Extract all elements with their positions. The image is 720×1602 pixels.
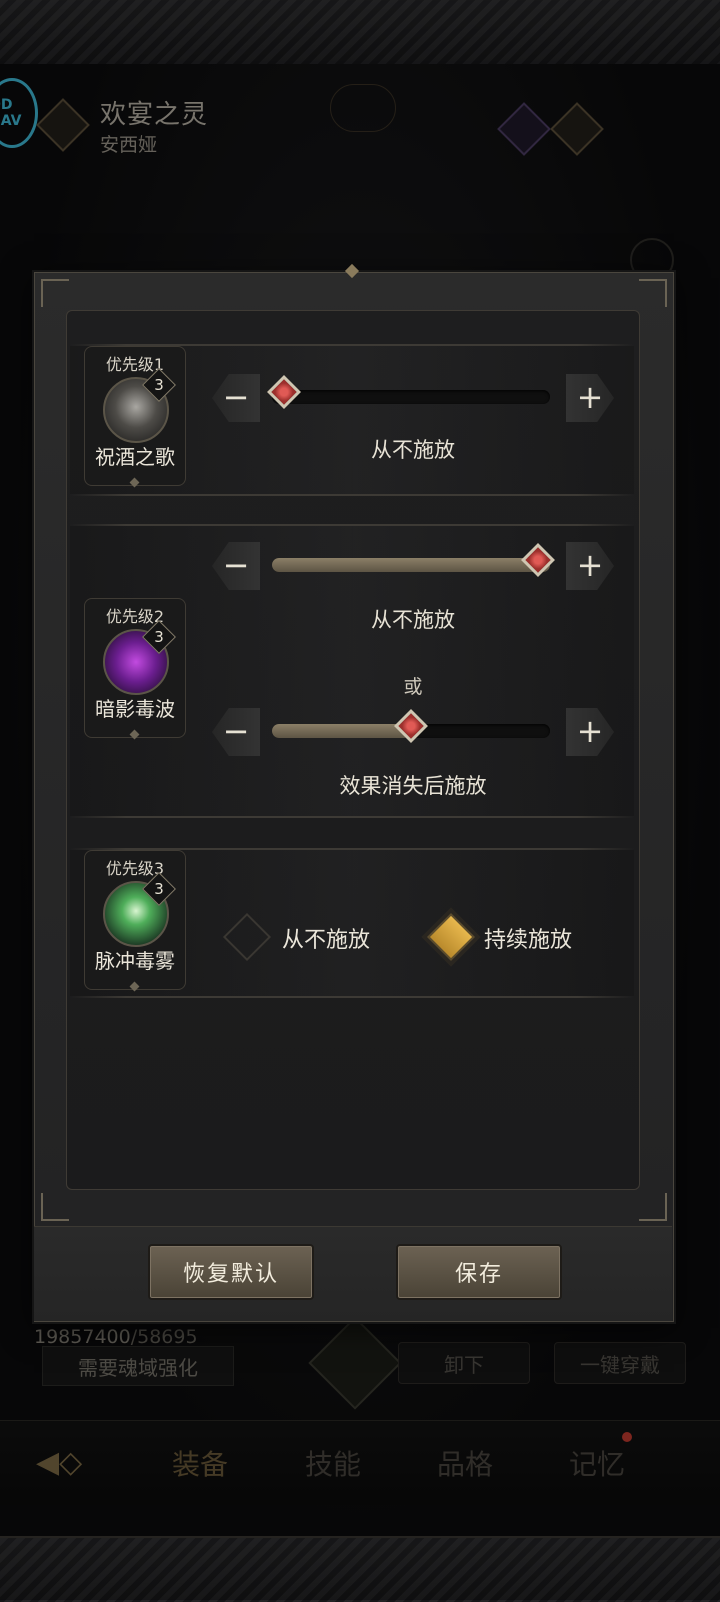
tab-skills[interactable]: 技能 <box>305 1443 361 1483</box>
skill-level: 3 <box>154 376 164 394</box>
always-cast-label[interactable]: 持续施放 <box>484 922 572 954</box>
card-gem <box>129 981 140 992</box>
corner-ornament <box>41 279 69 307</box>
dialog-button-bar <box>34 1226 672 1321</box>
logo-text: QD NAV <box>0 97 22 129</box>
priority-slider[interactable] <box>267 375 550 409</box>
page-title: 欢宴之灵 <box>100 100 209 130</box>
skill-name: 脉冲毒雾 <box>95 949 175 973</box>
corner-ornament <box>639 1193 667 1221</box>
never-cast-label[interactable]: 从不施放 <box>282 922 370 954</box>
priority-label: 优先级1 <box>105 355 165 374</box>
bottom-tab-bar: ◀◇ 装备 技能 品格 记忆 <box>0 1420 720 1505</box>
notification-dot <box>622 1432 632 1442</box>
skill-level: 3 <box>154 880 164 898</box>
top-ornament-bar <box>0 0 720 66</box>
equip-all-button[interactable]: 一键穿戴 <box>554 1342 686 1384</box>
tab-equipment[interactable]: 装备 <box>172 1443 228 1483</box>
slider-fill <box>272 724 411 738</box>
skill-card-3[interactable]: 优先级3 3 脉冲毒雾 <box>84 850 186 992</box>
priority-slider[interactable] <box>272 543 555 577</box>
tab-traits[interactable]: 品格 <box>437 1443 493 1483</box>
row-divider <box>70 996 634 998</box>
corner-ornament <box>639 279 667 307</box>
save-button[interactable]: 保存 <box>396 1244 562 1300</box>
row-divider <box>70 816 634 818</box>
emblem-icon <box>330 84 396 132</box>
priority-slider[interactable] <box>272 709 550 743</box>
tab-memory[interactable]: 记忆 <box>569 1443 625 1483</box>
priority-label: 优先级2 <box>105 607 165 626</box>
soul-counter: 19857400/58695 <box>34 1326 198 1348</box>
soul-max: /58695 <box>130 1326 198 1348</box>
card-gem <box>129 729 140 740</box>
skill-name: 暗影毒波 <box>95 697 175 721</box>
slider-fill <box>272 558 550 572</box>
card-gem <box>129 477 140 488</box>
or-label: 或 <box>403 676 423 698</box>
soul-current: 19857400 <box>34 1326 131 1348</box>
unequip-button[interactable]: 卸下 <box>398 1342 530 1384</box>
reset-default-button[interactable]: 恢复默认 <box>148 1244 314 1300</box>
skill-card-2[interactable]: 优先级2 3 暗影毒波 <box>84 598 186 740</box>
slider-caption: 从不施放 <box>371 608 455 632</box>
skill-level: 3 <box>154 628 164 646</box>
slider-caption: 从不施放 <box>371 438 455 462</box>
corner-ornament <box>41 1193 69 1221</box>
priority-label: 优先级3 <box>105 859 165 878</box>
back-arrow-icon[interactable]: ◀◇ <box>36 1445 106 1481</box>
row-divider <box>70 524 634 526</box>
skill-name: 祝酒之歌 <box>95 445 175 469</box>
soul-enhance-button[interactable]: 需要魂域强化 <box>42 1346 234 1386</box>
row-divider <box>70 494 634 496</box>
skill-card-1[interactable]: 优先级1 3 祝酒之歌 <box>84 346 186 488</box>
page-subtitle: 安西娅 <box>100 134 158 156</box>
slider-caption: 效果消失后施放 <box>339 774 487 798</box>
bottom-ornament-bar <box>0 1536 720 1602</box>
